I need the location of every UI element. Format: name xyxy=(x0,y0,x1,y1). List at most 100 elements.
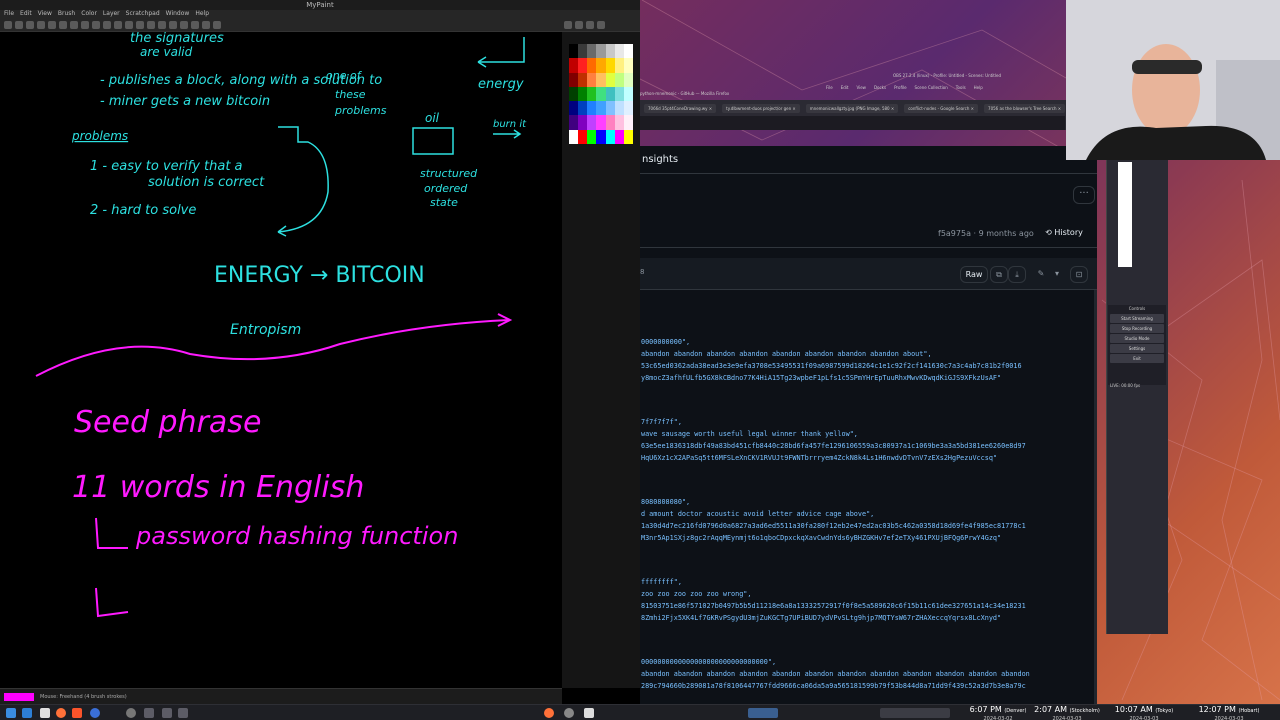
palette-swatch[interactable] xyxy=(587,101,597,116)
tab-insights[interactable]: nsights xyxy=(640,146,1097,174)
app-launcher-icon[interactable] xyxy=(6,708,16,718)
menu-scratchpad[interactable]: Scratchpad xyxy=(126,10,160,18)
clock-hobart[interactable]: 12:07 PM (Hobart) 2024-03-03 xyxy=(1180,705,1278,720)
browser-tab[interactable]: conflict-nodes - Google Search × xyxy=(904,103,979,113)
start-streaming-button[interactable]: Start Streaming xyxy=(1110,314,1164,323)
palette-swatch[interactable] xyxy=(569,115,579,130)
palette-swatch[interactable] xyxy=(623,58,633,73)
dolphin-icon[interactable] xyxy=(22,708,32,718)
palette-swatch[interactable] xyxy=(596,44,606,59)
code-scrollbar[interactable] xyxy=(1094,290,1097,704)
palette-swatch[interactable] xyxy=(623,72,633,87)
raw-button[interactable]: Raw xyxy=(960,266,988,283)
color-palette[interactable] xyxy=(569,44,633,144)
palette-swatch[interactable] xyxy=(605,72,615,87)
browser-url-bar[interactable] xyxy=(640,116,1065,130)
palette-swatch[interactable] xyxy=(605,44,615,59)
save-icon[interactable] xyxy=(26,20,34,29)
ellipse-icon[interactable] xyxy=(136,20,144,29)
commit-hash[interactable]: f5a975a · 9 months ago xyxy=(938,229,1034,238)
menu-icon[interactable] xyxy=(597,21,605,29)
palette-swatch[interactable] xyxy=(578,44,588,59)
palette-swatch[interactable] xyxy=(596,115,606,130)
palette-swatch[interactable] xyxy=(596,129,606,144)
browser-tab[interactable]: 7056 as the blowser's Tree Search × xyxy=(984,103,1066,113)
palette-swatch[interactable] xyxy=(569,86,579,102)
palette-swatch[interactable] xyxy=(569,101,579,116)
chevron-down-icon[interactable]: ▾ xyxy=(1048,266,1066,283)
fill-icon[interactable] xyxy=(147,20,155,29)
palette-swatch[interactable] xyxy=(587,58,597,73)
palette-swatch[interactable] xyxy=(623,44,633,59)
redo-icon[interactable] xyxy=(48,20,56,29)
copy-icon[interactable]: ⧉ xyxy=(990,266,1008,283)
clock-denver[interactable]: 6:07 PM (Denver) 2024-03-02 xyxy=(956,705,1040,720)
menu-view[interactable]: View xyxy=(38,10,52,18)
menu-layer[interactable]: Layer xyxy=(103,10,120,18)
palette-swatch[interactable] xyxy=(596,101,606,116)
palette-swatch[interactable] xyxy=(569,44,579,59)
obs-icon[interactable] xyxy=(126,708,136,718)
brave-icon[interactable] xyxy=(72,708,82,718)
stop-recording-button[interactable]: Stop Recording xyxy=(1110,324,1164,333)
settings-button[interactable]: Settings xyxy=(1110,344,1164,353)
palette-swatch[interactable] xyxy=(614,58,624,73)
browser-tab[interactable]: ty.dlbwment-duos project/or gen × xyxy=(722,103,800,113)
palette-swatch[interactable] xyxy=(578,101,588,116)
chromium-icon[interactable] xyxy=(90,708,100,718)
more-options-button[interactable]: ··· xyxy=(1073,186,1095,204)
download-icon[interactable]: ⤓ xyxy=(1008,266,1026,283)
palette-icon[interactable] xyxy=(586,21,594,29)
obs-menu-item[interactable]: View xyxy=(856,85,866,93)
fullscreen-icon[interactable] xyxy=(213,20,221,29)
palette-swatch[interactable] xyxy=(614,86,624,102)
palette-swatch[interactable] xyxy=(605,86,615,102)
system-tray[interactable] xyxy=(880,708,950,718)
obs-menu-item[interactable]: Docks xyxy=(874,85,886,93)
palette-swatch[interactable] xyxy=(605,101,615,116)
paint-icon[interactable] xyxy=(178,708,188,718)
palette-swatch[interactable] xyxy=(578,58,588,73)
history-button[interactable]: ⟲ History xyxy=(1036,224,1092,242)
open-icon[interactable] xyxy=(15,20,23,29)
line-icon[interactable] xyxy=(125,20,133,29)
brush-icon[interactable] xyxy=(59,20,67,29)
clock-tokyo[interactable]: 10:07 AM (Tokyo) 2024-03-03 xyxy=(1108,705,1180,720)
firefox-tray-icon[interactable] xyxy=(544,708,554,718)
palette-swatch[interactable] xyxy=(596,72,606,87)
symbols-panel-icon[interactable]: ⊡ xyxy=(1070,266,1088,283)
paint-tray-icon[interactable] xyxy=(584,708,594,718)
obs-menu-item[interactable]: Edit xyxy=(841,85,849,93)
browser-tab[interactable]: 7066d 35pt4ConeDrawing.wy × xyxy=(644,103,717,113)
obs-menu-item[interactable]: Scene Collection xyxy=(915,85,948,93)
palette-swatch[interactable] xyxy=(587,86,597,102)
symmetry-icon[interactable] xyxy=(169,20,177,29)
new-icon[interactable] xyxy=(4,20,12,29)
obs-menu-item[interactable]: Profile xyxy=(894,85,906,93)
menu-window[interactable]: Window xyxy=(166,10,190,18)
browser-tab-strip[interactable]: 7066d 35pt4ConeDrawing.wy × ty.dlbwment-… xyxy=(640,100,1080,116)
lock-alpha-icon[interactable] xyxy=(81,20,89,29)
menu-help[interactable]: Help xyxy=(195,10,209,18)
obs-menu-item[interactable]: Help xyxy=(974,85,983,93)
palette-swatch[interactable] xyxy=(587,129,597,144)
menu-color[interactable]: Color xyxy=(81,10,97,18)
firefox-icon[interactable] xyxy=(56,708,66,718)
zoom-icon[interactable] xyxy=(103,20,111,29)
obs-menu-item[interactable]: File xyxy=(826,85,833,93)
palette-swatch[interactable] xyxy=(614,129,624,144)
obs-tray-icon[interactable] xyxy=(564,708,574,718)
pan-icon[interactable] xyxy=(92,20,100,29)
palette-swatch[interactable] xyxy=(578,86,588,102)
palette-swatch[interactable] xyxy=(623,129,633,144)
palette-swatch[interactable] xyxy=(623,101,633,116)
eraser-icon[interactable] xyxy=(70,20,78,29)
remove-icon[interactable] xyxy=(575,21,583,29)
palette-swatch[interactable] xyxy=(578,115,588,130)
palette-swatch[interactable] xyxy=(623,115,633,130)
grid-icon[interactable] xyxy=(191,20,199,29)
palette-swatch[interactable] xyxy=(587,115,597,130)
crop-icon[interactable] xyxy=(158,20,166,29)
menu-edit[interactable]: Edit xyxy=(20,10,32,18)
menu-file[interactable]: File xyxy=(4,10,14,18)
